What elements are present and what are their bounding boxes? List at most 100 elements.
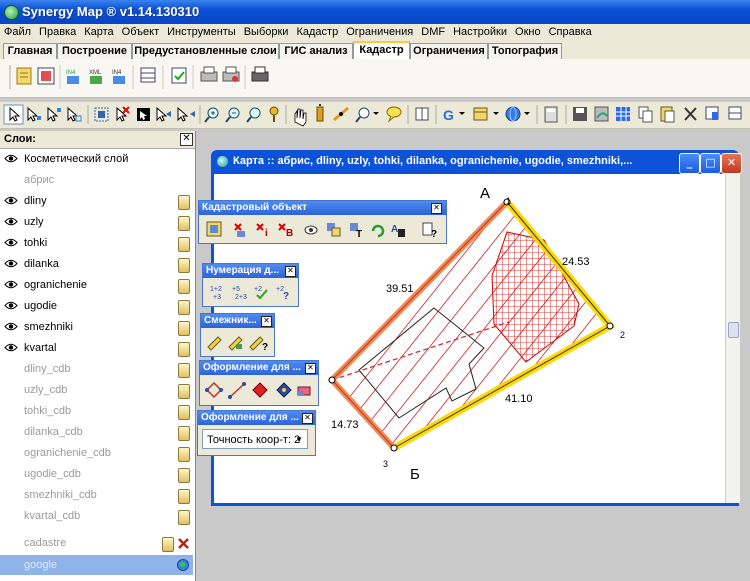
layer-item[interactable]: smezhniki bbox=[0, 317, 193, 338]
google-dropdown-icon[interactable]: G bbox=[443, 107, 465, 123]
delete-object-icon[interactable] bbox=[234, 223, 245, 237]
layer-item[interactable]: ugodie_cdb bbox=[0, 464, 193, 485]
layers-close-icon[interactable]: ✕ bbox=[180, 133, 193, 146]
palette-close-icon[interactable]: ✕ bbox=[285, 266, 296, 277]
cadastral-open-icon[interactable] bbox=[206, 221, 222, 237]
palette-close-icon[interactable]: ✕ bbox=[305, 363, 316, 374]
zoom-previous-icon[interactable] bbox=[246, 107, 261, 123]
table-view-icon[interactable] bbox=[616, 107, 630, 121]
database-icon[interactable] bbox=[178, 363, 190, 378]
database-icon[interactable] bbox=[178, 447, 190, 462]
number-help-icon[interactable]: +2? bbox=[276, 286, 289, 302]
palette-close-icon[interactable]: ✕ bbox=[302, 413, 313, 424]
database-icon[interactable] bbox=[162, 537, 174, 552]
database-icon[interactable] bbox=[178, 195, 190, 210]
database-icon[interactable] bbox=[178, 279, 190, 294]
zoom-in-icon[interactable] bbox=[204, 107, 219, 123]
remove-layer-icon[interactable] bbox=[177, 537, 190, 550]
deselect-icon[interactable] bbox=[116, 106, 130, 122]
print-delete-icon[interactable] bbox=[222, 66, 240, 82]
minimize-button[interactable]: _ bbox=[679, 153, 700, 174]
visibility-eye-icon[interactable] bbox=[4, 259, 18, 268]
visibility-eye-icon[interactable] bbox=[4, 301, 18, 310]
menu-help[interactable]: Справка bbox=[545, 24, 596, 41]
palette-close-icon[interactable]: ✕ bbox=[431, 203, 442, 214]
layer-item[interactable]: dliny bbox=[0, 191, 193, 212]
map-vertical-scrollbar[interactable] bbox=[725, 174, 740, 503]
window-cascade-icon[interactable] bbox=[705, 106, 719, 120]
database-icon[interactable] bbox=[178, 426, 190, 441]
visibility-eye-icon[interactable] bbox=[4, 154, 18, 163]
select-poly-icon[interactable] bbox=[47, 106, 61, 122]
close-button[interactable]: ✕ bbox=[721, 153, 742, 174]
layer-item[interactable]: dilanka_cdb bbox=[0, 422, 193, 443]
info-icon[interactable] bbox=[316, 104, 324, 122]
layer-item[interactable]: kvartal_cdb bbox=[0, 506, 193, 527]
layer-item[interactable]: smezhniki_cdb bbox=[0, 485, 193, 506]
menu-window[interactable]: Окно bbox=[511, 24, 545, 41]
palette-title[interactable]: Кадастровый объект bbox=[199, 201, 446, 215]
adjacent-edit-icon[interactable] bbox=[228, 336, 243, 351]
layer-item[interactable]: Косметический слой bbox=[0, 149, 193, 170]
check-report-icon[interactable] bbox=[171, 67, 187, 84]
database-icon[interactable] bbox=[178, 405, 190, 420]
zoom-key-icon[interactable] bbox=[269, 106, 279, 122]
export-in4-icon[interactable]: IN4 bbox=[112, 70, 125, 84]
tab-main[interactable]: Главная bbox=[3, 43, 57, 59]
layer-item[interactable]: uzly_cdb bbox=[0, 380, 193, 401]
merge-icon[interactable] bbox=[327, 223, 341, 237]
globe-dropdown-icon[interactable] bbox=[505, 106, 530, 122]
database-icon[interactable] bbox=[178, 510, 190, 525]
node-style-icon[interactable] bbox=[205, 381, 223, 399]
database-icon[interactable] bbox=[178, 237, 190, 252]
undo-save-icon[interactable] bbox=[594, 106, 609, 122]
grid-numbering-icon[interactable] bbox=[140, 67, 156, 83]
erase-style-icon[interactable] bbox=[297, 386, 311, 396]
menu-settings[interactable]: Настройки bbox=[449, 24, 511, 41]
database-icon[interactable] bbox=[178, 300, 190, 315]
visibility-eye-icon[interactable] bbox=[4, 217, 18, 226]
layer-item[interactable]: ogranichenie bbox=[0, 275, 193, 296]
tab-construction[interactable]: Построение bbox=[57, 43, 132, 59]
delete-x-icon[interactable] bbox=[684, 107, 697, 121]
visibility-eye-icon[interactable] bbox=[4, 196, 18, 205]
palette-title[interactable]: Нумерация д... bbox=[203, 264, 298, 278]
select-region-icon[interactable] bbox=[67, 106, 82, 122]
point-style-icon[interactable] bbox=[276, 382, 292, 398]
select-prev-icon[interactable] bbox=[177, 106, 195, 122]
visibility-eye-icon[interactable] bbox=[4, 238, 18, 247]
calculator-icon[interactable] bbox=[544, 106, 558, 123]
tab-preset-layers[interactable]: Предустановленные слои bbox=[132, 43, 279, 59]
database-icon[interactable] bbox=[178, 384, 190, 399]
menu-file[interactable]: Файл bbox=[0, 24, 35, 41]
refresh-icon[interactable] bbox=[371, 224, 385, 238]
layer-item[interactable]: ugodie bbox=[0, 296, 193, 317]
paste-icon[interactable] bbox=[660, 106, 675, 123]
text-object-icon[interactable]: T bbox=[350, 223, 362, 240]
chevron-down-icon[interactable]: ▼ bbox=[295, 430, 303, 450]
object-info-icon[interactable]: i bbox=[256, 223, 268, 239]
layers-grid-icon[interactable] bbox=[415, 107, 429, 121]
copy-icon[interactable] bbox=[638, 106, 653, 123]
import-xml-icon[interactable]: XML bbox=[89, 70, 102, 84]
menu-tools[interactable]: Инструменты bbox=[163, 24, 240, 41]
tab-gis-analysis[interactable]: ГИС анализ bbox=[279, 43, 353, 59]
view-object-icon[interactable] bbox=[304, 225, 318, 235]
number-nodes-icon[interactable]: 1+2+3 bbox=[210, 286, 222, 301]
database-icon[interactable] bbox=[178, 489, 190, 504]
select-arrow-icon[interactable] bbox=[3, 104, 24, 125]
database-icon[interactable] bbox=[178, 216, 190, 231]
database-icon[interactable] bbox=[178, 468, 190, 483]
select-node-icon[interactable] bbox=[27, 106, 41, 122]
palette-title[interactable]: Оформление для ... bbox=[198, 411, 315, 425]
comment-icon[interactable] bbox=[386, 106, 402, 123]
select-all-icon[interactable] bbox=[94, 107, 109, 122]
visibility-eye-icon[interactable] bbox=[4, 343, 18, 352]
scrollbar-thumb[interactable] bbox=[728, 322, 739, 338]
coordinate-precision-select[interactable]: Точность коор-т: 2 ▼ bbox=[202, 429, 308, 449]
layer-item[interactable]: tohki_cdb bbox=[0, 401, 193, 422]
menu-selections[interactable]: Выборки bbox=[240, 24, 293, 41]
layer-item[interactable]: dilanka bbox=[0, 254, 193, 275]
fill-style-icon[interactable] bbox=[252, 382, 268, 398]
layer-item[interactable]: google bbox=[0, 555, 193, 575]
